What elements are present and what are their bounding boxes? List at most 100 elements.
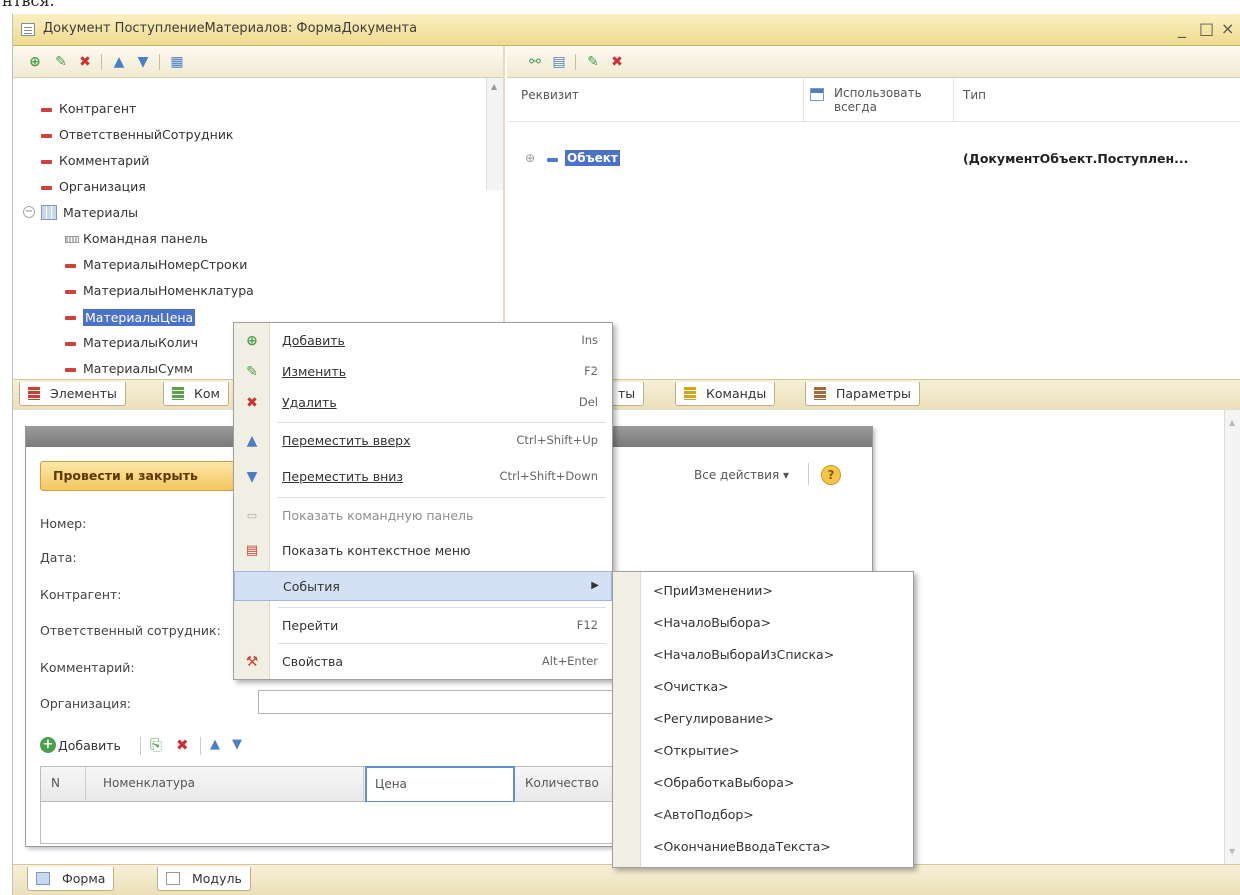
delete-icon[interactable]: ✖ <box>609 54 625 70</box>
menu-divider <box>278 643 606 644</box>
toolbar-divider <box>575 54 576 70</box>
menu-item-move-up[interactable]: ▲ Переместить вверх Ctrl+Shift+Up <box>234 426 612 456</box>
attribute-icon <box>65 368 76 372</box>
form-tab-icon <box>36 872 50 885</box>
add-icon: ⊕ <box>246 333 258 349</box>
attribute-type: (ДокументОбъект.Поступлен... <box>963 151 1189 166</box>
event-start-list-choice[interactable]: <НачалоВыбораИзСписка> <box>613 640 913 670</box>
copy-row-icon[interactable]: ⎘ <box>150 736 162 754</box>
attribute-icon <box>65 342 76 346</box>
attribute-icon <box>41 186 52 190</box>
col-quantity[interactable]: Количество <box>525 776 599 790</box>
menu-divider <box>278 497 606 498</box>
events-submenu: <ПриИзменении> <НачалоВыбора> <НачалоВыб… <box>612 571 914 868</box>
add-attribute-icon[interactable]: ⚯ <box>527 54 543 70</box>
col-use-always[interactable]: Использовать всегда <box>834 86 922 114</box>
attribute-name: Объект <box>565 150 620 166</box>
event-auto-complete[interactable]: <АвтоПодбор> <box>613 800 913 830</box>
move-down-icon[interactable]: ▼ <box>135 54 151 70</box>
pencil-icon: ✎ <box>246 364 258 380</box>
pencil-icon[interactable]: ✎ <box>585 54 601 70</box>
menu-item-events[interactable]: События ▶ <box>234 571 612 601</box>
parameters-tab-icon <box>814 387 826 400</box>
event-opening[interactable]: <Открытие> <box>613 736 913 766</box>
label-contractor: Контрагент: <box>40 587 122 602</box>
event-tuning[interactable]: <Регулирование> <box>613 704 913 734</box>
preview-scrollbar[interactable]: ▲ ▼ <box>1224 410 1240 864</box>
pencil-icon[interactable]: ✎ <box>53 54 69 70</box>
all-actions-menu[interactable]: Все действия ▾ <box>694 468 789 482</box>
col-type[interactable]: Тип <box>963 88 986 102</box>
event-clearing[interactable]: <Очистка> <box>613 672 913 702</box>
table-toolbar: + Добавить ⎘ ✖ ▲ ▼ <box>40 735 360 757</box>
tree-scrollbar[interactable]: ▲ <box>486 78 503 190</box>
menu-item-delete[interactable]: ✖ Удалить Del <box>234 388 612 418</box>
attribute-icon <box>41 108 52 112</box>
grid-icon[interactable]: ▤ <box>551 54 567 70</box>
col-n[interactable]: N <box>51 776 60 790</box>
add-icon[interactable]: ⊕ <box>27 54 43 70</box>
elements-toolbar: ⊕ ✎ ✖ ▲ ▼ ▦ <box>13 46 503 78</box>
expand-icon[interactable]: ⊕ <box>525 151 535 165</box>
delete-row-icon[interactable]: ✖ <box>176 736 189 754</box>
tab-form[interactable]: Форма <box>27 867 115 891</box>
page-top-cutoff-text: нтвся. <box>0 0 1240 14</box>
move-up-icon[interactable]: ▲ <box>111 54 127 70</box>
event-choice-processing[interactable]: <ОбработкаВыбора> <box>613 768 913 798</box>
attribute-icon <box>65 316 76 320</box>
scroll-up-icon[interactable]: ▲ <box>1229 418 1235 427</box>
help-icon[interactable]: ? <box>821 465 841 485</box>
move-row-down-icon[interactable]: ▼ <box>232 737 242 752</box>
attribute-row[interactable]: ⊕ Объект (ДокументОбъект.Поступлен... <box>507 146 1240 172</box>
event-on-change[interactable]: <ПриИзменении> <box>613 576 913 606</box>
tab-parameters[interactable]: Параметры <box>805 382 920 406</box>
label-number: Номер: <box>40 516 87 531</box>
menu-item-show-context-menu[interactable]: ▤ Показать контекстное меню <box>234 536 612 566</box>
tab-commands[interactable]: Команды <box>675 382 776 406</box>
tab-commands-left[interactable]: Ком <box>163 382 229 406</box>
col-requisite[interactable]: Реквизит <box>521 88 579 102</box>
context-menu-icon: ▤ <box>245 543 259 558</box>
tree-item-materialy[interactable]: − Материалы <box>23 202 323 226</box>
menu-item-show-command-panel[interactable]: ▭ Показать командную панель <box>234 501 612 531</box>
add-row-button[interactable]: Добавить <box>58 738 121 753</box>
minimize-button[interactable]: _ <box>1178 19 1186 38</box>
col-price-selected[interactable]: Цена <box>365 766 515 803</box>
add-row-icon[interactable]: + <box>40 737 56 753</box>
move-up-icon: ▲ <box>246 433 258 449</box>
scroll-up-icon[interactable]: ▲ <box>491 82 497 91</box>
command-panel-icon[interactable]: ▦ <box>169 54 185 70</box>
move-row-up-icon[interactable]: ▲ <box>210 737 220 752</box>
col-nomenclature[interactable]: Номенклатура <box>103 776 195 790</box>
menu-divider <box>278 607 606 608</box>
menu-item-edit[interactable]: ✎ Изменить F2 <box>234 357 612 387</box>
maximize-button[interactable]: □ <box>1199 19 1214 38</box>
label-date: Дата: <box>40 550 77 565</box>
event-text-edit-end[interactable]: <ОкончаниеВводаТекста> <box>613 832 913 862</box>
scroll-down-icon[interactable]: ▼ <box>1229 847 1235 856</box>
tab-elements[interactable]: Элементы <box>19 382 126 406</box>
command-panel-icon: ▭ <box>246 509 258 522</box>
close-button[interactable]: × <box>1221 19 1234 38</box>
event-start-choice[interactable]: <НачалоВыбора> <box>613 608 913 638</box>
collapse-icon[interactable]: − <box>23 206 35 218</box>
commands-tab-icon <box>684 387 696 400</box>
post-and-close-button[interactable]: Провести и закрыть <box>40 461 250 491</box>
table-icon <box>41 205 57 220</box>
organization-field[interactable] <box>258 690 630 714</box>
toolbar-divider <box>101 54 102 70</box>
menu-item-properties[interactable]: ⚒ Свойства Alt+Enter <box>234 647 612 677</box>
attributes-pane: ⚯ ▤ ✎ ✖ Реквизит Использовать всегда Тип … <box>507 46 1240 421</box>
toolbar-divider <box>159 54 160 70</box>
module-tab-icon <box>166 872 180 885</box>
menu-item-move-down[interactable]: ▼ Переместить вниз Ctrl+Shift+Down <box>234 462 612 492</box>
label-organization: Организация: <box>40 696 131 711</box>
commands-tab-icon <box>172 387 184 400</box>
menu-item-goto[interactable]: Перейти F12 <box>234 611 612 641</box>
always-use-icon <box>810 88 824 101</box>
menu-item-add[interactable]: ⊕ Добавить Ins <box>234 326 612 356</box>
tab-module[interactable]: Модуль <box>157 867 251 891</box>
object-attribute-icon <box>547 158 558 162</box>
form-document-icon <box>21 23 35 36</box>
delete-icon[interactable]: ✖ <box>77 54 93 70</box>
